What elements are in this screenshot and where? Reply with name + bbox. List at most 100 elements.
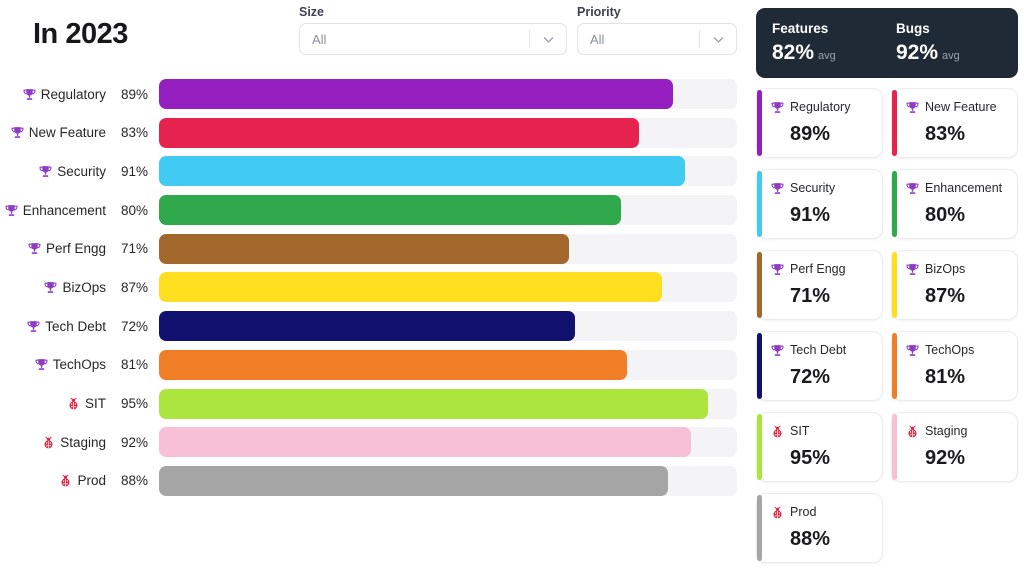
bar-track[interactable] <box>159 234 737 264</box>
category-card[interactable]: TechOps 81% <box>891 331 1018 401</box>
category-card[interactable]: Perf Engg 71% <box>756 250 883 320</box>
bar-fill[interactable] <box>159 427 691 457</box>
bar-track[interactable] <box>159 272 737 302</box>
chart-row: BizOps 87% <box>14 272 737 302</box>
bar-track[interactable] <box>159 389 737 419</box>
features-summary-value: 82% avg <box>772 41 896 65</box>
category-label: BizOps <box>62 280 106 295</box>
row-label: TechOps 81% <box>14 357 148 372</box>
bug-icon <box>771 506 784 519</box>
card-value: 80% <box>925 204 1011 227</box>
priority-filter-label: Priority <box>577 5 737 19</box>
card-header: Security <box>771 181 876 195</box>
category-label: SIT <box>85 396 106 411</box>
chart-row: TechOps 81% <box>14 350 737 380</box>
card-stripe <box>757 171 762 237</box>
card-value: 89% <box>790 123 876 146</box>
card-label: Regulatory <box>790 100 850 114</box>
trophy-icon <box>5 204 18 217</box>
category-value: 81% <box>114 357 148 372</box>
category-card[interactable]: BizOps 87% <box>891 250 1018 320</box>
bar-track[interactable] <box>159 156 737 186</box>
bar-fill[interactable] <box>159 195 621 225</box>
features-avg: 82% <box>772 41 814 64</box>
category-value: 80% <box>114 203 148 218</box>
trophy-icon <box>771 344 784 357</box>
bar-track[interactable] <box>159 350 737 380</box>
bar-fill[interactable] <box>159 311 575 341</box>
card-value: 72% <box>790 366 876 389</box>
card-stripe <box>892 171 897 237</box>
bar-fill[interactable] <box>159 156 685 186</box>
card-stripe <box>892 90 897 156</box>
card-value: 88% <box>790 528 876 551</box>
chevron-down-icon[interactable] <box>700 33 736 46</box>
row-label: Enhancement 80% <box>14 203 148 218</box>
category-card[interactable]: New Feature 83% <box>891 88 1018 158</box>
card-stripe <box>757 333 762 399</box>
category-value: 89% <box>114 87 148 102</box>
card-value: 92% <box>925 447 1011 470</box>
row-label: Regulatory 89% <box>14 87 148 102</box>
chart-row: Tech Debt 72% <box>14 311 737 341</box>
category-card[interactable]: Regulatory 89% <box>756 88 883 158</box>
priority-filter-value: All <box>578 32 699 47</box>
bugs-summary: Bugs 92%avg <box>896 21 960 78</box>
bar-track[interactable] <box>159 311 737 341</box>
page-title: In 2023 <box>33 18 128 51</box>
card-stripe <box>892 414 897 480</box>
row-label: Staging 92% <box>14 435 148 450</box>
card-stripe <box>757 495 762 561</box>
row-label: BizOps 87% <box>14 280 148 295</box>
bar-fill[interactable] <box>159 272 662 302</box>
chart-row: Regulatory 89% <box>14 79 737 109</box>
category-card[interactable]: Enhancement 80% <box>891 169 1018 239</box>
bar-fill[interactable] <box>159 118 639 148</box>
bar-fill[interactable] <box>159 234 569 264</box>
chart-row: SIT 95% <box>14 389 737 419</box>
trophy-icon <box>11 126 24 139</box>
card-header: Regulatory <box>771 100 876 114</box>
bar-fill[interactable] <box>159 389 708 419</box>
card-stripe <box>892 252 897 318</box>
category-value: 83% <box>114 125 148 140</box>
category-card[interactable]: Staging 92% <box>891 412 1018 482</box>
card-stripe <box>892 333 897 399</box>
row-label: New Feature 83% <box>14 125 148 140</box>
bar-chart: Regulatory 89% <box>14 79 737 505</box>
card-header: Tech Debt <box>771 343 876 357</box>
category-label: Perf Engg <box>46 241 106 256</box>
card-header: Perf Engg <box>771 262 876 276</box>
category-card[interactable]: SIT 95% <box>756 412 883 482</box>
priority-filter-dropdown[interactable]: All <box>577 23 737 55</box>
bar-track[interactable] <box>159 79 737 109</box>
size-filter-label: Size <box>299 5 567 19</box>
category-value: 87% <box>114 280 148 295</box>
card-header: Staging <box>906 424 1011 438</box>
bar-fill[interactable] <box>159 466 668 496</box>
bar-track[interactable] <box>159 427 737 457</box>
category-value: 88% <box>114 473 148 488</box>
bar-track[interactable] <box>159 195 737 225</box>
features-summary-label: Features <box>772 21 896 36</box>
bar-track[interactable] <box>159 466 737 496</box>
bar-fill[interactable] <box>159 79 673 109</box>
category-card[interactable]: Security 91% <box>756 169 883 239</box>
card-header: New Feature <box>906 100 1011 114</box>
card-stripe <box>757 90 762 156</box>
chart-row: Perf Engg 71% <box>14 234 737 264</box>
category-value: 92% <box>114 435 148 450</box>
bar-track[interactable] <box>159 118 737 148</box>
category-value: 91% <box>114 164 148 179</box>
features-avg-unit: avg <box>818 50 836 62</box>
bug-icon <box>67 397 80 410</box>
bar-fill[interactable] <box>159 350 627 380</box>
category-card[interactable]: Prod 88% <box>756 493 883 563</box>
chart-row: New Feature 83% <box>14 118 737 148</box>
category-card[interactable]: Tech Debt 72% <box>756 331 883 401</box>
category-cards: Regulatory 89% <box>756 88 1018 563</box>
size-filter-dropdown[interactable]: All <box>299 23 567 55</box>
row-label: SIT 95% <box>14 396 148 411</box>
row-label: Perf Engg 71% <box>14 241 148 256</box>
chevron-down-icon[interactable] <box>530 33 566 46</box>
